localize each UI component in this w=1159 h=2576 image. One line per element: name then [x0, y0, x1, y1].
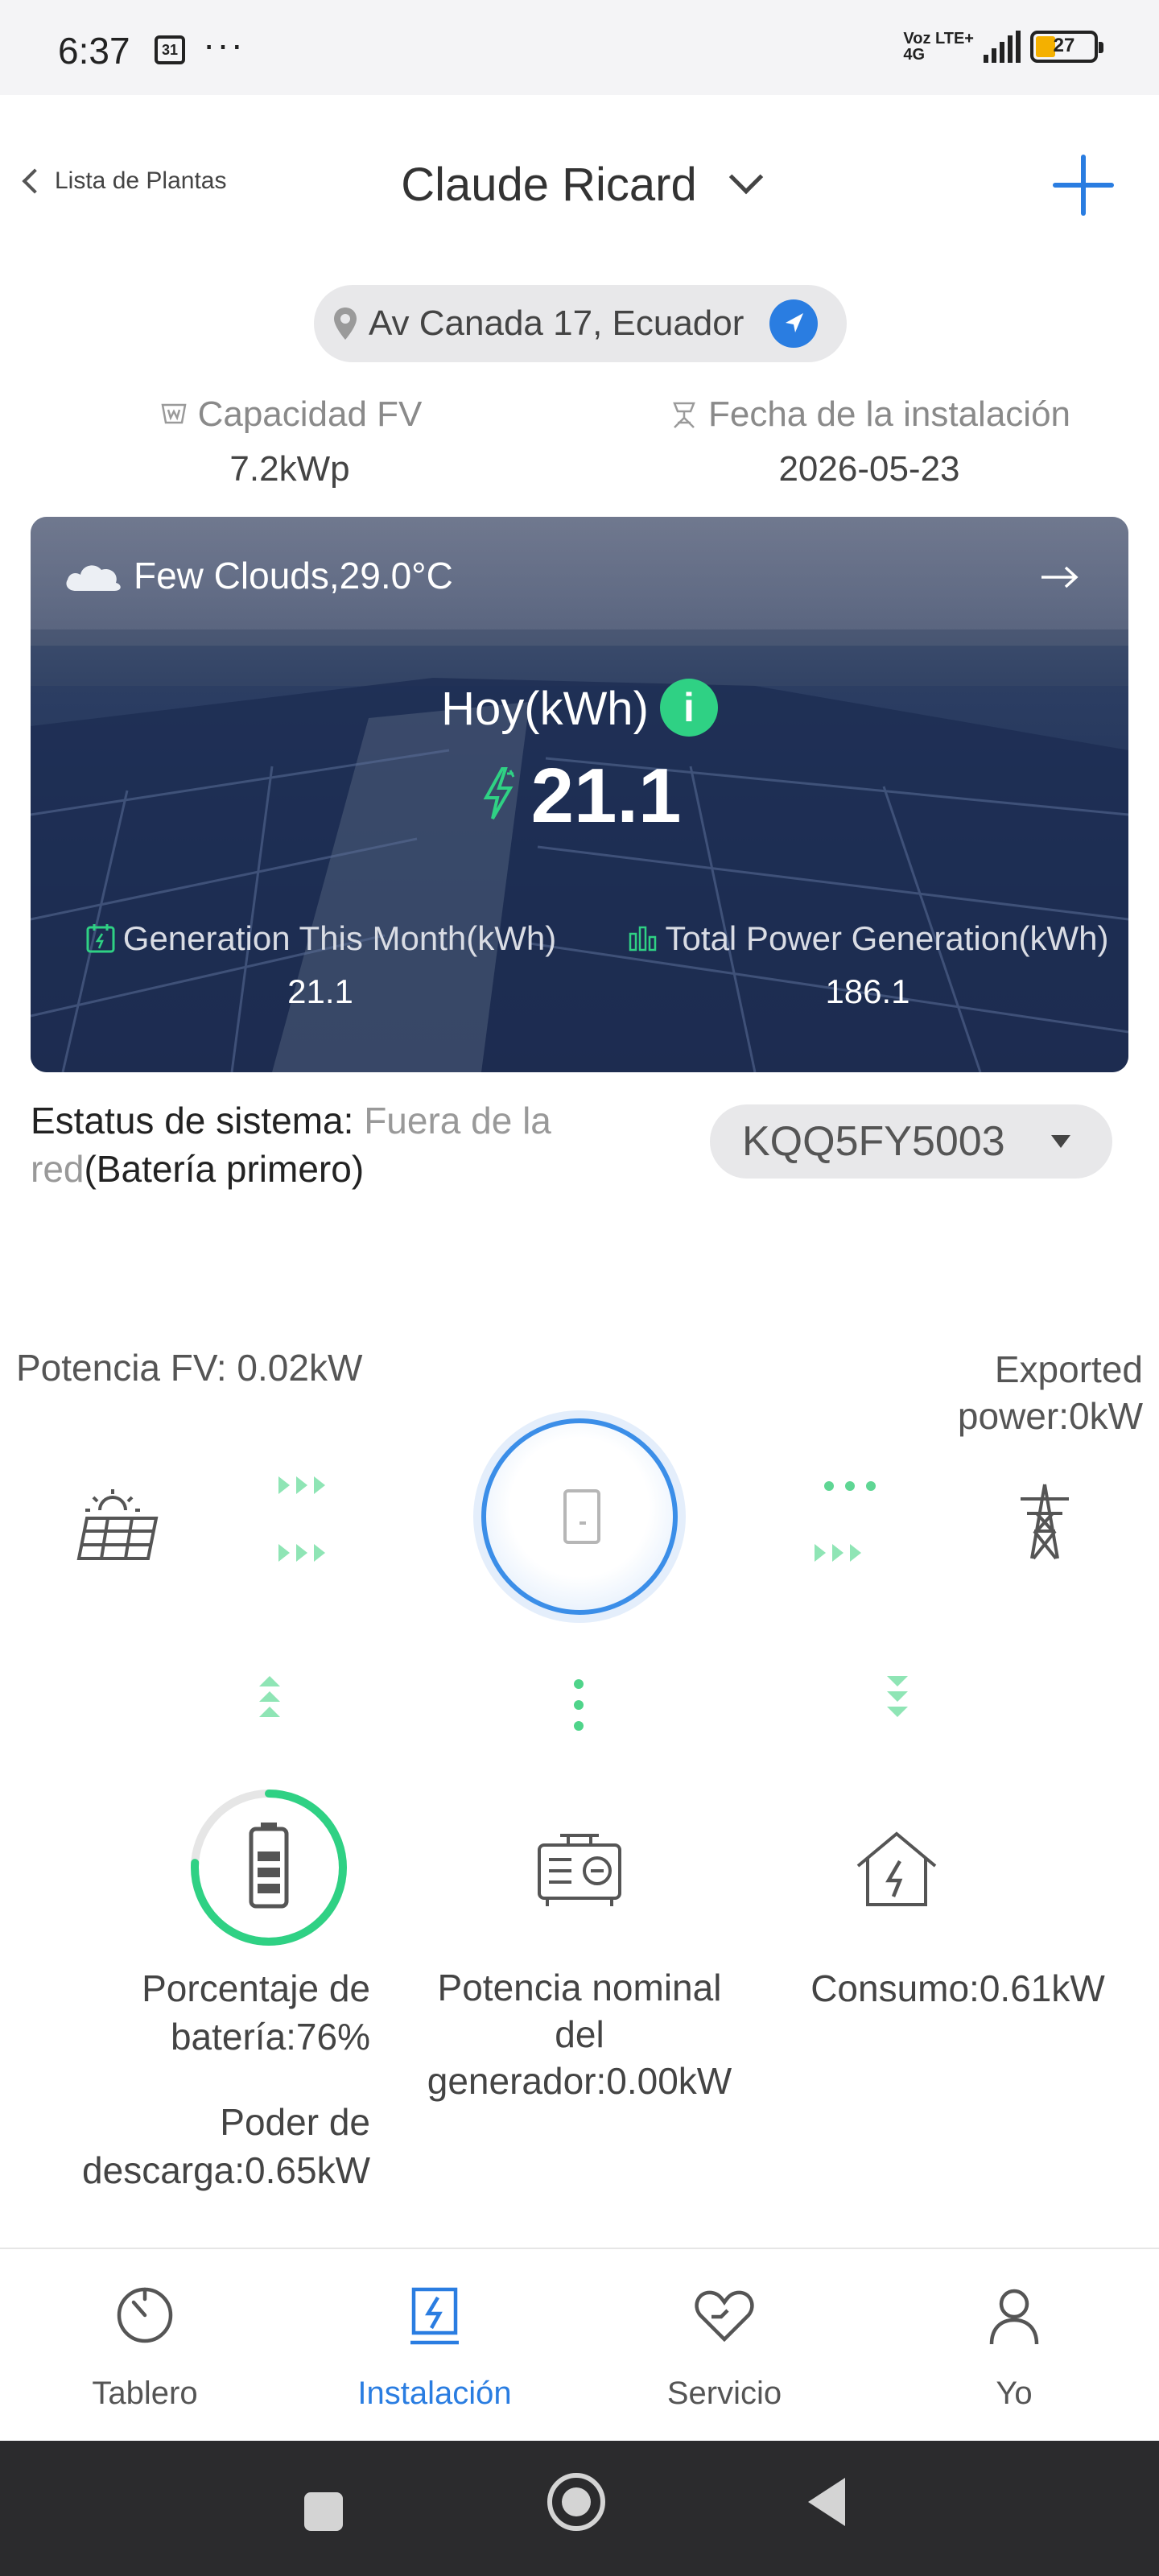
chevron-down-icon: [728, 159, 763, 195]
generation-card[interactable]: Few Clouds,29.0°C Hoy(kWh) i 21.1 Generat…: [31, 517, 1128, 1072]
battery-percent: Porcentaje de batería:76%: [142, 1967, 370, 2058]
today-value: 21.1: [530, 753, 682, 839]
generator-flow-dots: [574, 1679, 584, 1731]
tab-servicio[interactable]: Servicio: [604, 2283, 845, 2412]
battery-icon: 27: [1030, 31, 1103, 63]
discharge-power: Poder de descarga:0.65kW: [82, 2101, 370, 2191]
install-date-value: 2026-05-23: [778, 449, 960, 489]
grid-tower-icon[interactable]: [1016, 1481, 1074, 1562]
recent-apps-button[interactable]: [304, 2492, 343, 2531]
status-time: 6:37: [58, 30, 130, 72]
solar-panel-icon[interactable]: [76, 1486, 163, 1563]
grid-flow-arrows: [815, 1544, 861, 1562]
pv-capacity-value: 7.2kWp: [229, 449, 350, 489]
pv-power: Potencia FV: 0.02kW: [16, 1347, 363, 1389]
load-flow-arrows: [887, 1676, 908, 1722]
today-generation: 21.1: [31, 752, 1128, 840]
tab-label: Tablero: [92, 2376, 198, 2411]
network-label-bottom: 4G: [903, 46, 926, 64]
installer-icon: [673, 402, 695, 428]
installation-icon: [410, 2287, 459, 2345]
map-pin-icon: [334, 308, 357, 340]
navigate-button[interactable]: [769, 299, 818, 348]
inverter-button[interactable]: [481, 1418, 678, 1615]
consumption: Consumo:0.61kW: [810, 1967, 1105, 2009]
status-indicators: Voz LTE+ 4G 27: [903, 31, 1103, 63]
address-text: Av Canada 17, Ecuador: [369, 303, 744, 343]
pv-capacity: Capacidad FV 7.2kWp: [40, 394, 539, 489]
device-selector[interactable]: KQQ5FY5003: [710, 1104, 1112, 1179]
bottom-tab-bar: Tablero Instalación Servicio Yo: [0, 2248, 1159, 2441]
system-status-label: Estatus de sistema:: [31, 1100, 365, 1141]
battery-gauge[interactable]: [188, 1787, 349, 1948]
install-date-label: Fecha de la instalación: [707, 394, 1071, 434]
status-bar: 6:37 31 ··· Voz LTE+ 4G 27: [0, 0, 1159, 95]
battery-icon-large: [249, 1823, 289, 1909]
generator-icon[interactable]: [536, 1832, 623, 1909]
tab-yo[interactable]: Yo: [893, 2283, 1135, 2412]
calendar-icon: 31: [155, 35, 185, 64]
pv-flow-arrows-top: [278, 1476, 325, 1494]
lightning-icon: [483, 766, 514, 819]
device-id: KQQ5FY5003: [742, 1118, 1005, 1165]
tab-instalacion[interactable]: Instalación: [314, 2283, 555, 2412]
battery-level: 27: [1053, 35, 1075, 56]
inverter-icon: [563, 1489, 600, 1544]
month-generation-label-row: Generation This Month(kWh): [47, 919, 594, 958]
calendar-bolt-icon: [86, 924, 115, 953]
capacity-icon: [161, 403, 187, 424]
page-title: Claude Ricard: [401, 159, 697, 211]
tab-tablero[interactable]: Tablero: [24, 2283, 266, 2412]
system-status: Estatus de sistema: Fuera de la red(Bate…: [31, 1096, 658, 1193]
system-status-mode: (Batería primero): [84, 1148, 365, 1190]
month-generation-value: 21.1: [287, 972, 353, 1010]
month-generation: Generation This Month(kWh) 21.1: [47, 919, 594, 1011]
tab-label: Yo: [996, 2376, 1033, 2411]
month-generation-label: Generation This Month(kWh): [122, 919, 557, 957]
info-icon[interactable]: i: [659, 678, 718, 737]
back-nav-button[interactable]: [808, 2478, 845, 2526]
add-plant-button[interactable]: [1053, 155, 1114, 216]
weather-info: Few Clouds,29.0°C: [61, 554, 453, 597]
install-date: Fecha de la instalación 2026-05-23: [620, 394, 1119, 489]
install-date-label-row: Fecha de la instalación: [620, 394, 1119, 435]
tab-label: Servicio: [666, 2376, 782, 2411]
cloud-icon: [66, 565, 121, 591]
pv-capacity-label-row: Capacidad FV: [40, 394, 539, 435]
today-label: Hoy(kWh): [441, 683, 649, 735]
network-type: Voz LTE+ 4G: [903, 31, 974, 63]
navigation-arrow-icon: [786, 313, 803, 332]
grid-flow-dots: [824, 1481, 876, 1491]
home-button[interactable]: [547, 2473, 605, 2531]
heart-icon: [695, 2290, 754, 2343]
total-generation-label: Total Power Generation(kWh): [665, 919, 1109, 957]
more-notifications-icon: ···: [203, 23, 245, 65]
gauge-icon: [117, 2287, 173, 2343]
today-label-row: Hoy(kWh) i: [31, 678, 1128, 741]
location-pill[interactable]: Av Canada 17, Ecuador: [314, 285, 847, 362]
dropdown-triangle-icon: [1051, 1135, 1070, 1148]
battery-flow-arrows: [259, 1676, 280, 1722]
user-icon: [989, 2289, 1039, 2345]
bar-chart-icon: [629, 926, 656, 952]
pv-flow-arrows-bottom: [278, 1544, 325, 1562]
tab-label: Instalación: [357, 2376, 512, 2411]
weather-text: Few Clouds,29.0°C: [134, 555, 453, 597]
system-nav-bar: [0, 2441, 1159, 2576]
generator-power: Potencia nominal del generador:0.00kW: [427, 1967, 732, 2102]
total-generation-label-row: Total Power Generation(kWh): [594, 919, 1128, 958]
total-generation-value: 186.1: [825, 972, 910, 1010]
plant-selector[interactable]: Claude Ricard: [0, 158, 1159, 212]
arrow-right-icon[interactable]: [1040, 565, 1079, 589]
total-generation: Total Power Generation(kWh) 186.1: [594, 919, 1128, 1011]
network-label-top: Voz LTE+: [903, 30, 974, 47]
pv-capacity-label: Capacidad FV: [197, 394, 423, 434]
signal-icon: [984, 31, 1021, 63]
house-icon[interactable]: [853, 1829, 940, 1909]
exported-power: Exported power:0kW: [957, 1348, 1143, 1437]
